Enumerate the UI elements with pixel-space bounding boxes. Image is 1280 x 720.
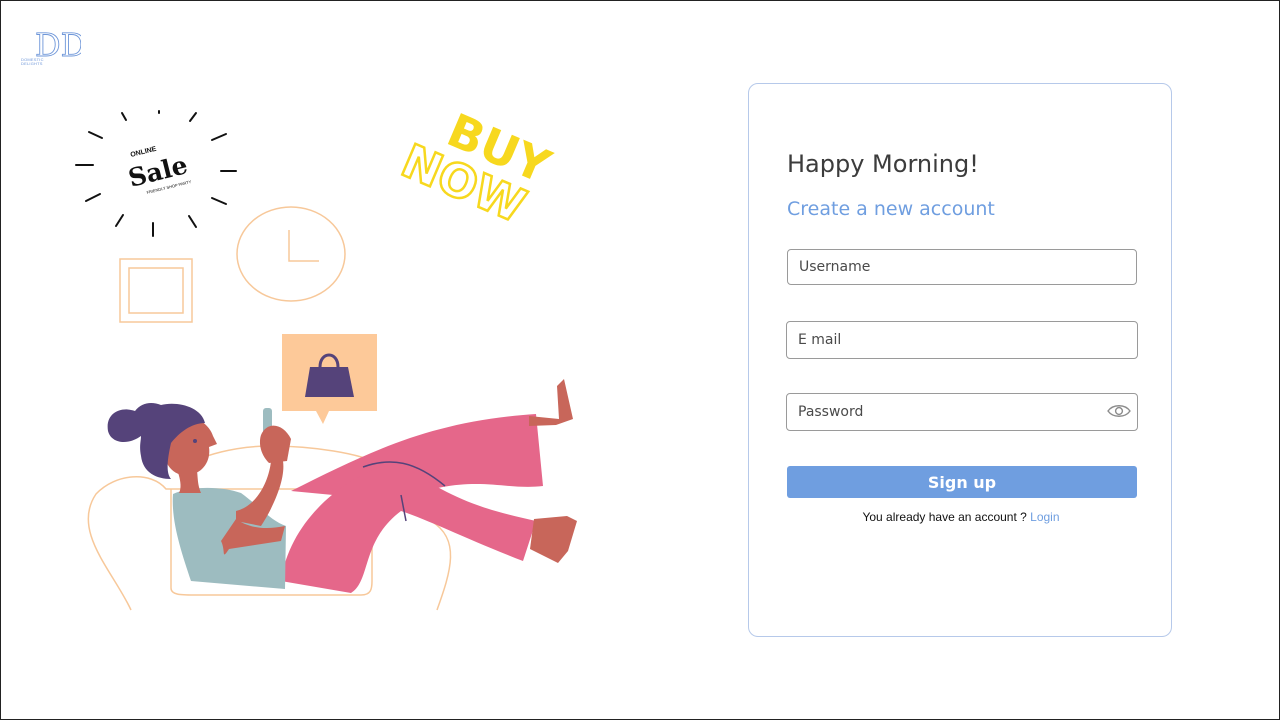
shopping-bag-bubble <box>282 334 377 424</box>
password-field[interactable] <box>786 393 1138 431</box>
signup-card: Happy Morning! Create a new account Sign… <box>748 83 1172 637</box>
email-input[interactable] <box>787 322 1098 358</box>
page-frame: DD DOMESTIC DELIGHTS ONLINE Sale FRIENDL… <box>0 0 1280 720</box>
buy-now-graphic: BUY NOW <box>393 103 559 235</box>
password-input[interactable] <box>787 394 1098 430</box>
create-account-heading: Create a new account <box>787 198 995 220</box>
email-field[interactable] <box>786 321 1138 359</box>
clock-icon <box>236 206 346 302</box>
signup-button[interactable]: Sign up <box>787 466 1137 498</box>
sale-badge: ONLINE Sale FRIENDLY SHOP PARTY <box>75 110 237 237</box>
login-prompt-line: You already have an account ? Login <box>749 510 1173 524</box>
username-input[interactable] <box>788 250 1099 284</box>
login-link[interactable]: Login <box>1030 510 1059 524</box>
picture-frame <box>119 258 193 323</box>
woman-figure <box>107 379 577 593</box>
login-prompt-text: You already have an account ? <box>862 510 1031 524</box>
username-field[interactable] <box>787 249 1137 285</box>
shopping-illustration: ONLINE Sale FRIENDLY SHOP PARTY BUY NOW <box>75 103 577 611</box>
eye-icon[interactable] <box>1107 402 1131 420</box>
brand-tagline: DOMESTIC DELIGHTS <box>21 57 44 66</box>
shopping-bag-icon <box>305 367 354 397</box>
greeting-heading: Happy Morning! <box>787 150 979 178</box>
